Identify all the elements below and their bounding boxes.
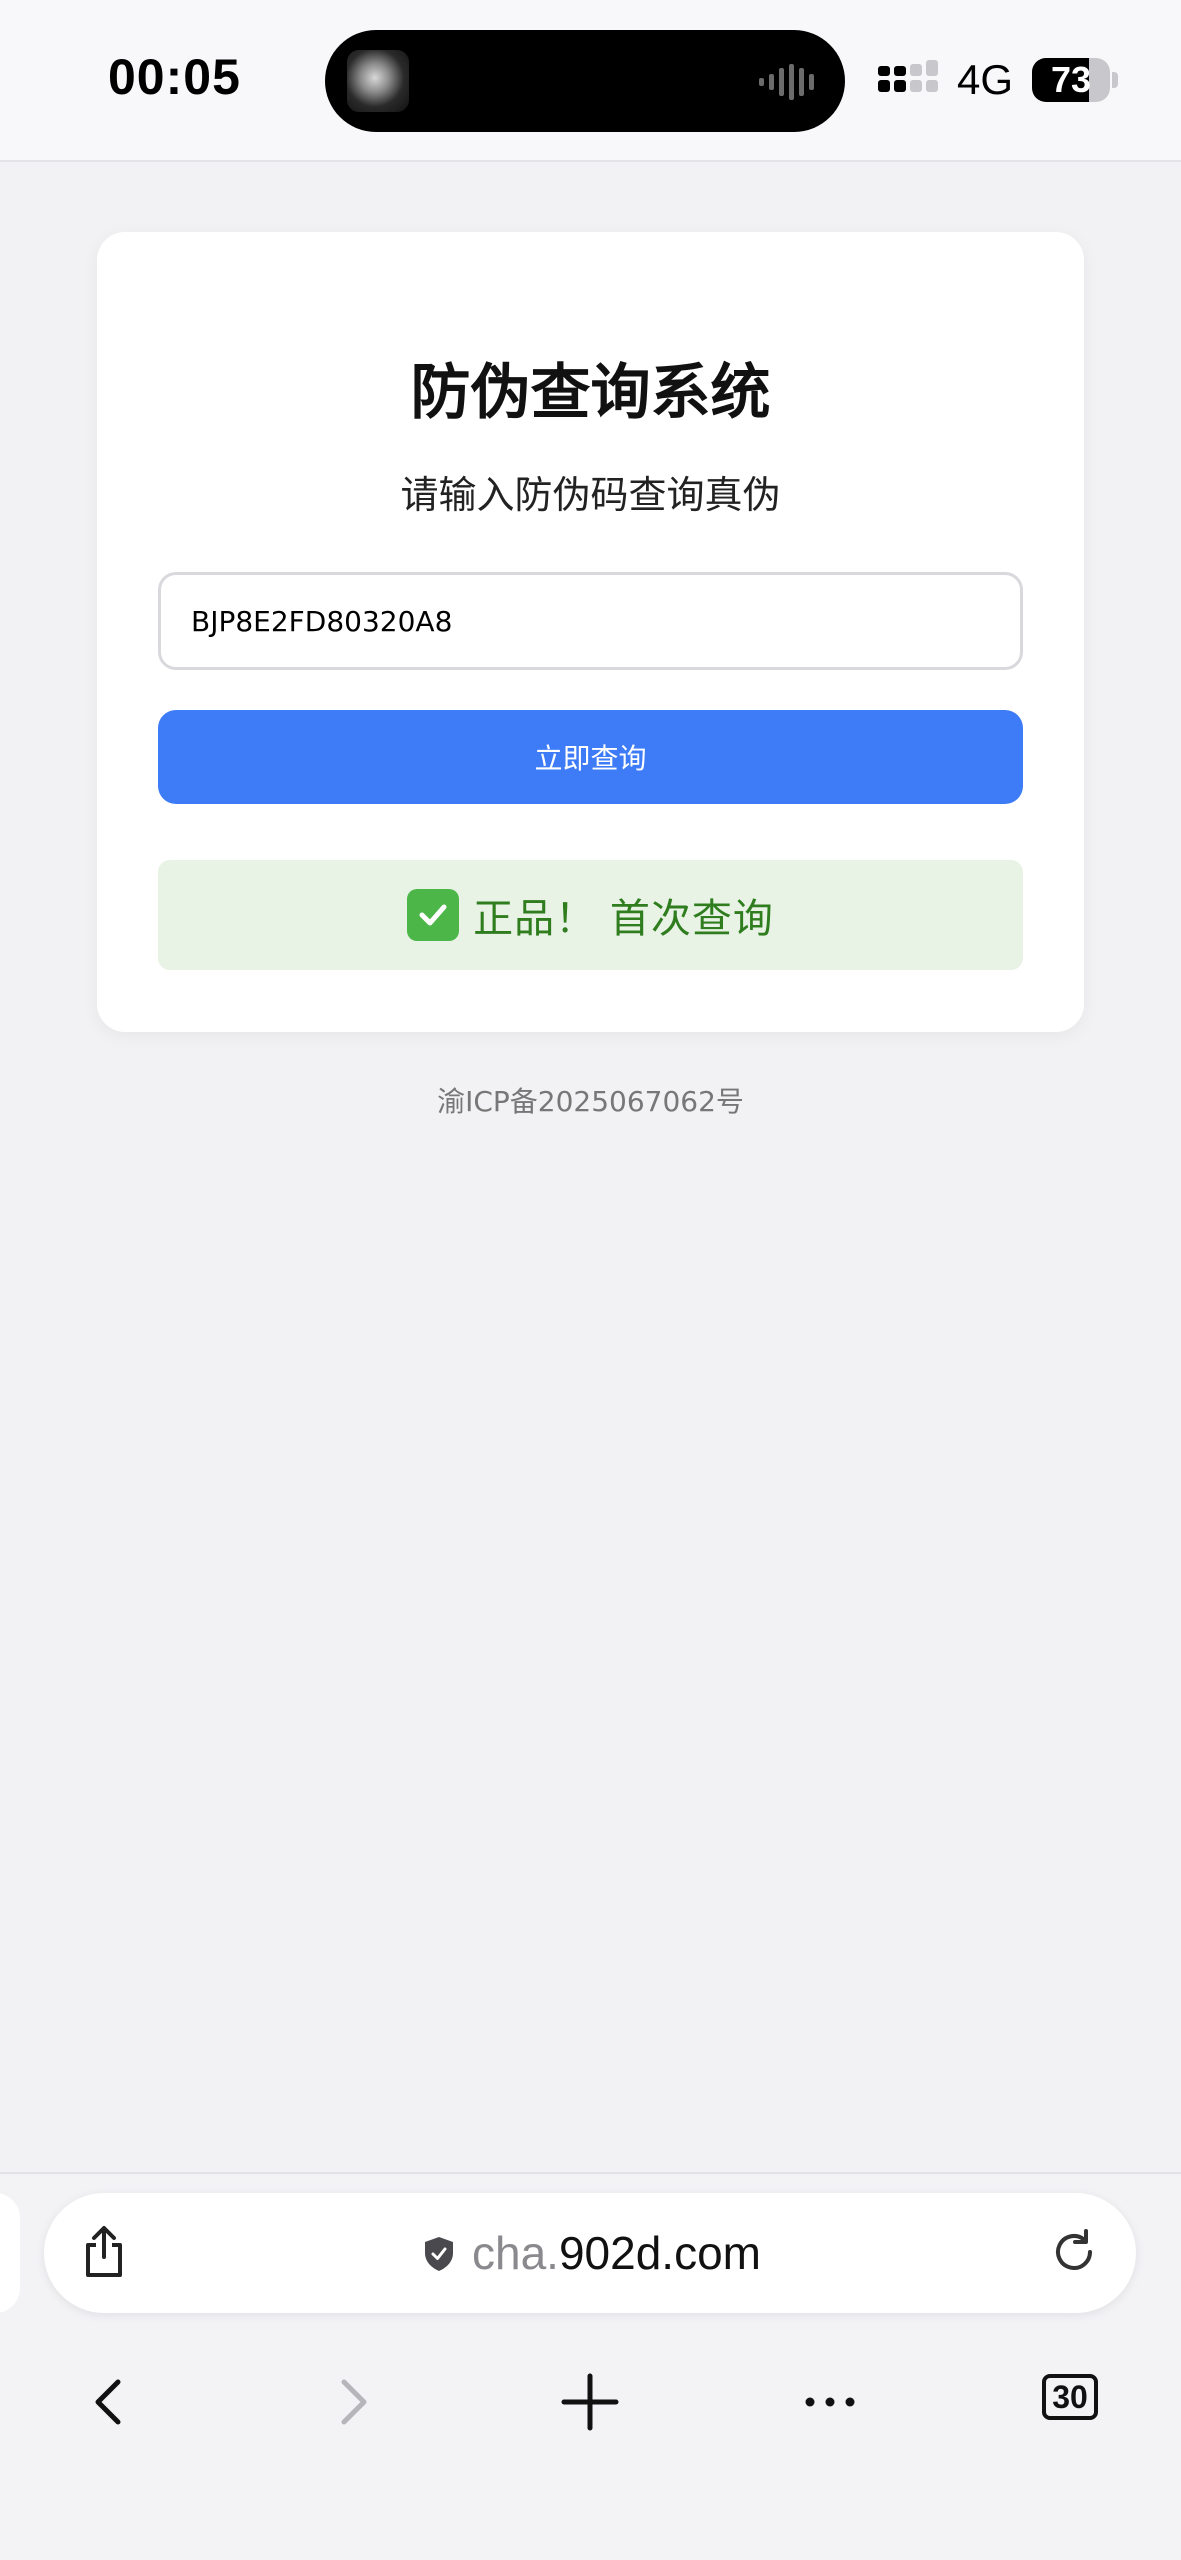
url-text[interactable]: cha.902d.com [472, 2226, 761, 2280]
reload-icon[interactable] [1050, 2228, 1098, 2276]
previous-tab-peek[interactable] [0, 2193, 20, 2313]
icp-record-link[interactable]: 渝ICP备2025067062号 [0, 1080, 1181, 1120]
battery-icon: 73 [1032, 58, 1110, 102]
check-mark-button-icon [407, 889, 460, 941]
back-chevron-icon[interactable] [78, 2370, 142, 2434]
url-subdomain: cha. [472, 2227, 559, 2279]
share-icon[interactable] [80, 2225, 128, 2279]
screen: 00:05 4G 73 防伪查询系统 请输入防伪码查询真伪 BJP8E2FD80… [0, 0, 1181, 2560]
secure-shield-icon [425, 2237, 453, 2271]
now-playing-artwork [347, 50, 409, 112]
result-text: 正品！ 首次查询 [473, 896, 774, 942]
battery-terminal [1112, 72, 1118, 88]
more-options-icon[interactable] [798, 2370, 862, 2434]
anti-counterfeit-code-input[interactable] [158, 572, 1023, 670]
query-now-button[interactable]: 立即查询 [158, 710, 1023, 804]
page-title: 防伪查询系统 [410, 358, 771, 428]
cellular-signal-icon [878, 60, 938, 92]
forward-chevron-icon[interactable] [320, 2370, 384, 2434]
dynamic-island[interactable] [325, 30, 845, 132]
url-domain: 902d.com [558, 2227, 761, 2279]
new-tab-plus-icon[interactable] [558, 2370, 622, 2434]
tabs-count-button[interactable]: 30 [1042, 2374, 1098, 2420]
status-time: 00:05 [108, 49, 241, 105]
audio-waveform-icon [759, 64, 814, 100]
network-type: 4G [957, 56, 1014, 103]
battery-percentage: 73 [1050, 59, 1092, 100]
status-bar: 00:05 4G 73 [0, 0, 1181, 162]
verification-card: 防伪查询系统 请输入防伪码查询真伪 立即查询 正品！ 首次查询 [97, 232, 1084, 1032]
page-subtitle: 请输入防伪码查询真伪 [400, 473, 781, 517]
result-banner: 正品！ 首次查询 [158, 860, 1023, 970]
